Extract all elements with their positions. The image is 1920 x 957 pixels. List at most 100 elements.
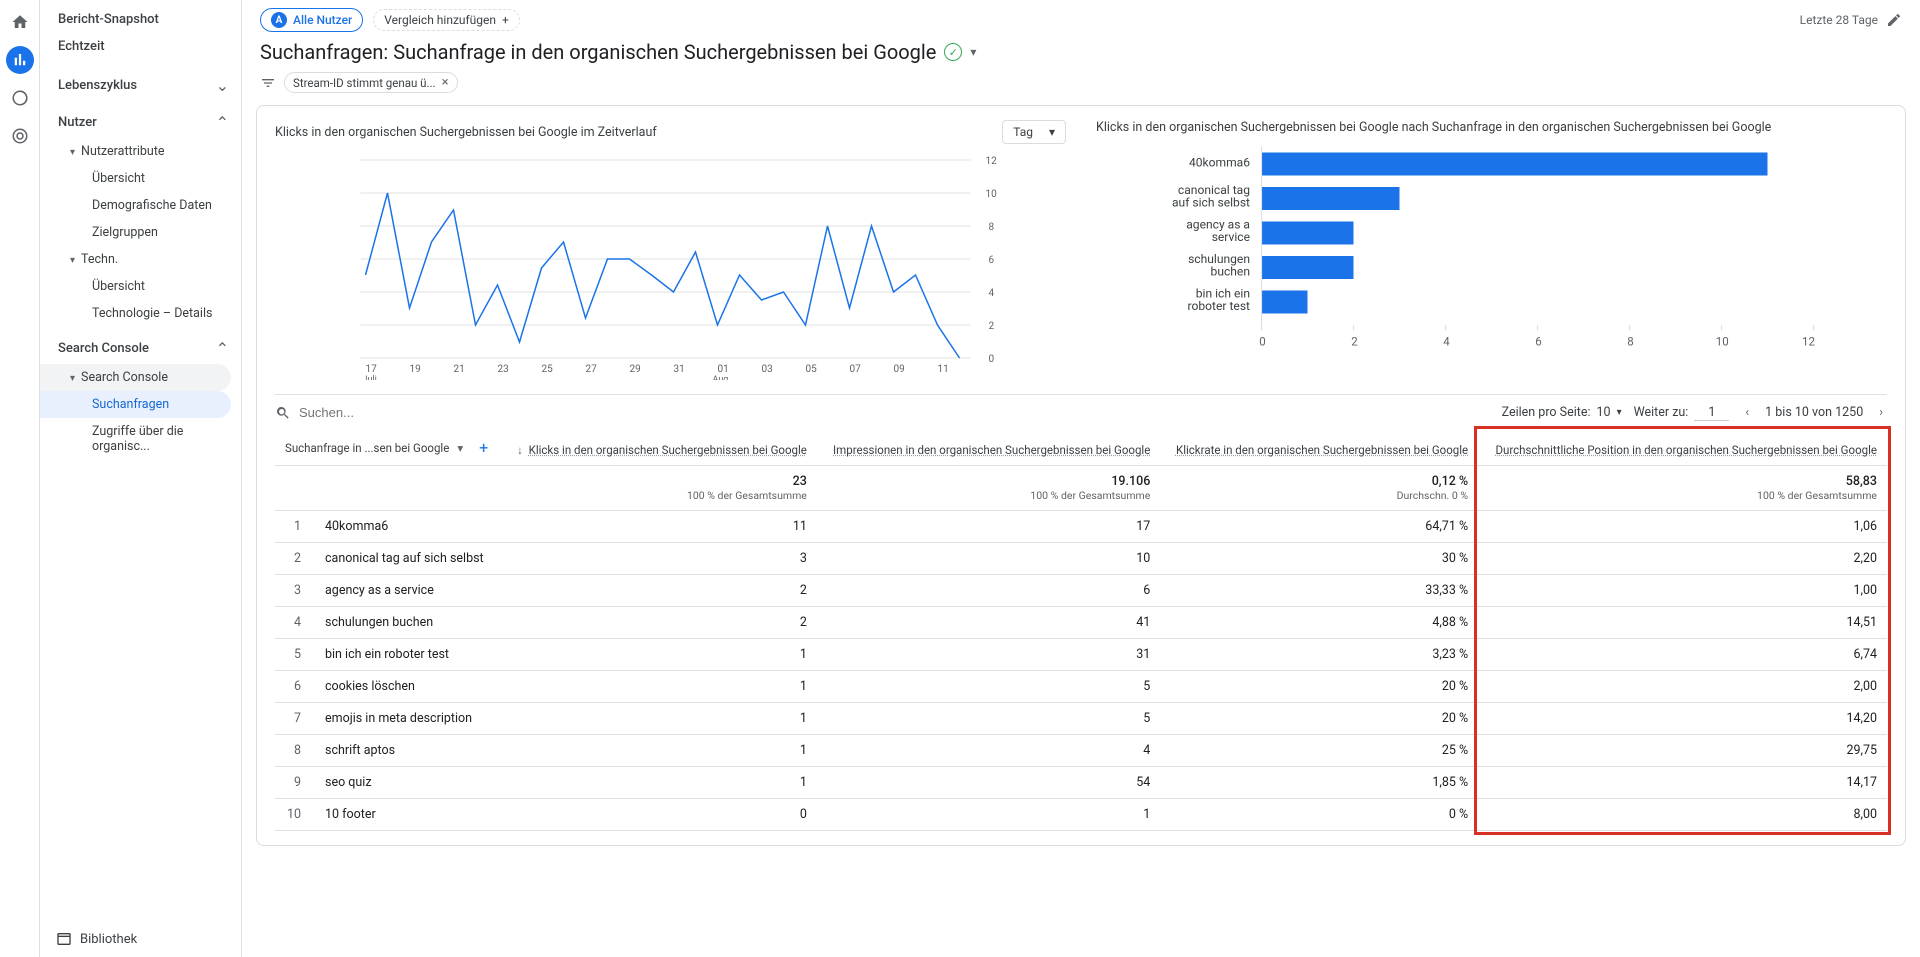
chip-add-compare[interactable]: Vergleich hinzufügen + bbox=[373, 9, 520, 31]
svg-text:12: 12 bbox=[986, 156, 998, 167]
row-index: 3 bbox=[275, 575, 315, 607]
col-ctr[interactable]: Klickrate in den organischen Suchergebni… bbox=[1160, 430, 1478, 466]
row-index: 5 bbox=[275, 639, 315, 671]
add-dimension-icon[interactable]: + bbox=[471, 438, 488, 457]
sidebar-item-overview2[interactable]: Übersicht bbox=[40, 273, 241, 300]
sidebar-item-overview1[interactable]: Übersicht bbox=[40, 165, 241, 192]
row-impressions: 1 bbox=[817, 799, 1160, 831]
table-row[interactable]: 6cookies löschen1520 %2,00 bbox=[275, 671, 1887, 703]
advertising-icon[interactable] bbox=[6, 122, 34, 150]
sidebar-item-snapshot[interactable]: Bericht-Snapshot bbox=[40, 6, 241, 33]
row-clicks: 1 bbox=[502, 639, 817, 671]
row-ctr: 25 % bbox=[1160, 735, 1478, 767]
chevron-down-icon[interactable]: ▾ bbox=[457, 441, 463, 455]
row-ctr: 20 % bbox=[1160, 671, 1478, 703]
row-position: 29,75 bbox=[1478, 735, 1887, 767]
sidebar-item-realtime[interactable]: Echtzeit bbox=[40, 33, 241, 60]
row-query: cookies löschen bbox=[315, 671, 502, 703]
chevron-down-icon: ▾ bbox=[1049, 125, 1055, 139]
chevron-down-icon[interactable]: ▾ bbox=[970, 45, 976, 59]
col-position[interactable]: Durchschnittliche Position in den organi… bbox=[1478, 430, 1887, 466]
row-clicks: 3 bbox=[502, 543, 817, 575]
row-position: 14,17 bbox=[1478, 767, 1887, 799]
table-wrapper: Suchanfrage in ...sen bei Google ▾ + ↓ K… bbox=[275, 430, 1887, 831]
table-row[interactable]: 9seo quiz1541,85 %14,17 bbox=[275, 767, 1887, 799]
row-ctr: 64,71 % bbox=[1160, 511, 1478, 543]
row-impressions: 31 bbox=[817, 639, 1160, 671]
table-row[interactable]: 3agency as a service2633,33 %1,00 bbox=[275, 575, 1887, 607]
prev-page-icon[interactable]: ‹ bbox=[1741, 403, 1753, 422]
sidebar-library-label: Bibliothek bbox=[80, 932, 137, 947]
sidebar-item-organic[interactable]: Zugriffe über die organisc... bbox=[40, 418, 241, 460]
row-index: 1 bbox=[275, 511, 315, 543]
sidebar-library[interactable]: Bibliothek bbox=[40, 921, 241, 957]
svg-text:19: 19 bbox=[410, 364, 421, 375]
line-chart-title: Klicks in den organischen Suchergebnisse… bbox=[275, 125, 657, 140]
home-icon[interactable] bbox=[6, 8, 34, 36]
sidebar-item-searchconsole[interactable]: ▾Search Console bbox=[40, 364, 231, 391]
sidebar-item-demographics[interactable]: Demografische Daten bbox=[40, 192, 241, 219]
svg-text:service: service bbox=[1212, 230, 1250, 244]
explore-icon[interactable] bbox=[6, 84, 34, 112]
sidebar: Bericht-Snapshot Echtzeit Lebenszyklus⌄ … bbox=[40, 0, 242, 957]
sidebar-item-userattr[interactable]: ▾Nutzerattribute bbox=[40, 138, 241, 165]
goto-page[interactable]: Weiter zu: 1 bbox=[1634, 405, 1730, 421]
sidebar-item-tech[interactable]: ▾Techn. bbox=[40, 246, 241, 273]
table-row[interactable]: 140komma6111764,71 %1,06 bbox=[275, 511, 1887, 543]
row-impressions: 5 bbox=[817, 703, 1160, 735]
reports-icon[interactable] bbox=[6, 46, 34, 74]
rows-per-page[interactable]: Zeilen pro Seite: 10 ▾ bbox=[1502, 405, 1622, 420]
next-page-icon[interactable]: › bbox=[1875, 403, 1887, 422]
table-row[interactable]: 2canonical tag auf sich selbst31030 %2,2… bbox=[275, 543, 1887, 575]
svg-text:auf sich selbst: auf sich selbst bbox=[1172, 196, 1250, 210]
col-impressions[interactable]: Impressionen in den organischen Sucherge… bbox=[817, 430, 1160, 466]
svg-text:40komma6: 40komma6 bbox=[1189, 155, 1250, 169]
row-query: 40komma6 bbox=[315, 511, 502, 543]
table-row[interactable]: 8schrift aptos1425 %29,75 bbox=[275, 735, 1887, 767]
search-input[interactable] bbox=[299, 405, 1502, 420]
verified-icon[interactable]: ✓ bbox=[944, 43, 962, 61]
row-query: seo quiz bbox=[315, 767, 502, 799]
search-icon[interactable] bbox=[275, 405, 291, 421]
goto-label: Weiter zu: bbox=[1634, 405, 1689, 420]
row-clicks: 1 bbox=[502, 767, 817, 799]
filter-chip-stream[interactable]: Stream-ID stimmt genau ü... × bbox=[284, 72, 458, 93]
table-toolbar: Zeilen pro Seite: 10 ▾ Weiter zu: 1 ‹ 1 … bbox=[275, 394, 1887, 430]
svg-text:25: 25 bbox=[542, 364, 554, 375]
chip-all-users[interactable]: A Alle Nutzer bbox=[260, 8, 363, 32]
all-users-badge: A bbox=[271, 12, 287, 28]
sidebar-item-user[interactable]: Nutzer⌃ bbox=[40, 107, 241, 138]
close-icon[interactable]: × bbox=[442, 75, 449, 90]
edit-icon[interactable] bbox=[1886, 12, 1902, 28]
svg-text:21: 21 bbox=[454, 364, 465, 375]
table-row[interactable]: 1010 footer010 %8,00 bbox=[275, 799, 1887, 831]
row-ctr: 3,23 % bbox=[1160, 639, 1478, 671]
table-row[interactable]: 7emojis in meta description1520 %14,20 bbox=[275, 703, 1887, 735]
svg-text:4: 4 bbox=[989, 288, 995, 299]
sidebar-item-searchconsole-group[interactable]: Search Console⌃ bbox=[40, 333, 241, 364]
sidebar-item-audiences[interactable]: Zielgruppen bbox=[40, 219, 241, 246]
date-range[interactable]: Letzte 28 Tage bbox=[1800, 13, 1878, 27]
svg-text:6: 6 bbox=[1535, 335, 1541, 349]
row-clicks: 2 bbox=[502, 607, 817, 639]
granularity-selector[interactable]: Tag ▾ bbox=[1002, 120, 1066, 144]
svg-text:29: 29 bbox=[630, 364, 641, 375]
row-query: schrift aptos bbox=[315, 735, 502, 767]
row-clicks: 0 bbox=[502, 799, 817, 831]
row-query: schulungen buchen bbox=[315, 607, 502, 639]
sidebar-item-lifecycle[interactable]: Lebenszyklus⌄ bbox=[40, 70, 241, 101]
dimension-selector[interactable]: Suchanfrage in ...sen bei Google bbox=[285, 441, 449, 455]
sidebar-item-techdetails[interactable]: Technologie – Details bbox=[40, 300, 241, 327]
row-impressions: 41 bbox=[817, 607, 1160, 639]
svg-text:0: 0 bbox=[989, 354, 995, 365]
sidebar-item-queries[interactable]: Suchanfragen bbox=[40, 391, 231, 418]
row-index: 10 bbox=[275, 799, 315, 831]
row-query: canonical tag auf sich selbst bbox=[315, 543, 502, 575]
table-row[interactable]: 5bin ich ein roboter test1313,23 %6,74 bbox=[275, 639, 1887, 671]
filter-icon[interactable] bbox=[260, 75, 276, 91]
rows-per-page-value: 10 bbox=[1597, 405, 1611, 420]
library-icon bbox=[56, 931, 72, 947]
row-position: 2,00 bbox=[1478, 671, 1887, 703]
table-row[interactable]: 4schulungen buchen2414,88 %14,51 bbox=[275, 607, 1887, 639]
col-clicks[interactable]: ↓ Klicks in den organischen Suchergebnis… bbox=[502, 430, 817, 466]
